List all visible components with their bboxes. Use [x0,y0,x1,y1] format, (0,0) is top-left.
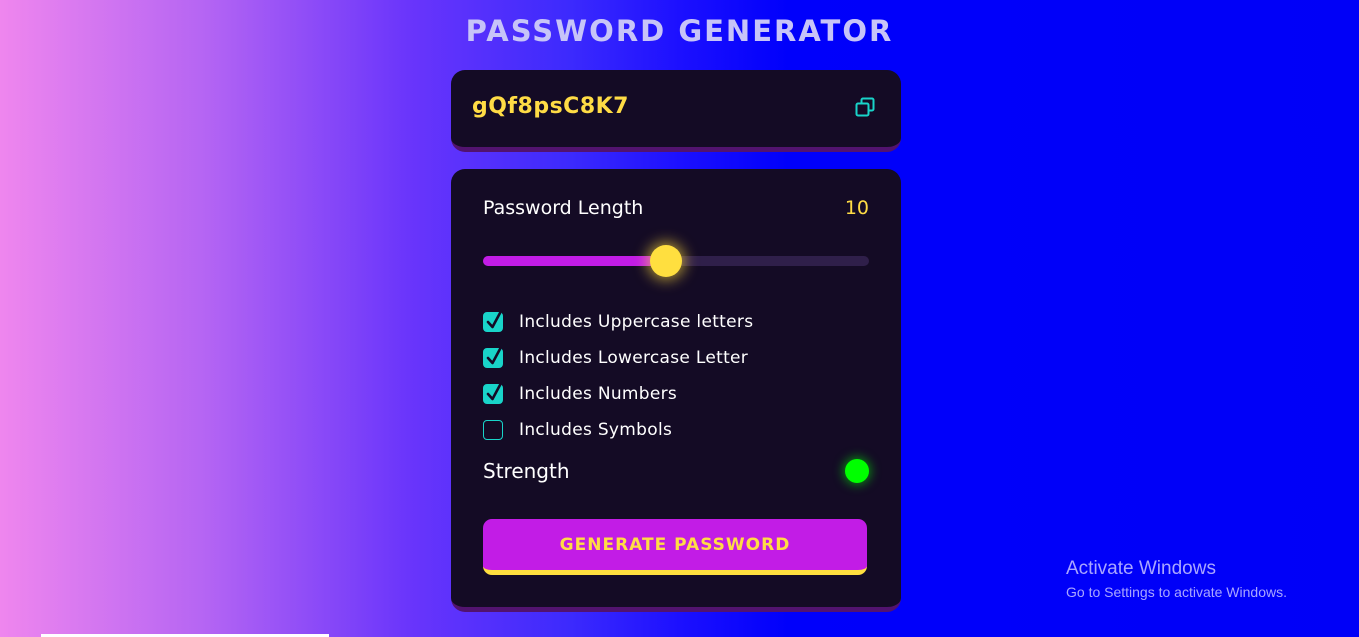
length-label: Password Length [483,197,644,219]
generated-password: gQf8psC8K7 [472,94,629,119]
length-value: 10 [844,197,869,219]
slider-fill [483,256,667,266]
option-label: Includes Symbols [519,420,673,440]
option-label: Includes Numbers [519,384,678,404]
page-title: PASSWORD GENERATOR [465,14,894,48]
length-slider[interactable] [483,245,869,277]
option-numbers[interactable]: Includes Numbers [483,376,753,412]
option-lowercase[interactable]: Includes Lowercase Letter [483,340,753,376]
watermark-subtitle: Go to Settings to activate Windows. [1066,584,1287,600]
generate-password-button[interactable]: GENERATE PASSWORD [483,519,867,575]
slider-thumb[interactable] [650,245,683,277]
settings-panel: Password Length 10 Includes Uppercase le… [451,169,901,612]
option-symbols[interactable]: Includes Symbols [483,412,753,448]
option-label: Includes Lowercase Letter [519,348,749,368]
symbols-checkbox[interactable] [483,420,503,440]
copy-icon[interactable] [855,97,875,117]
strength-label: Strength [483,459,570,483]
options-list: Includes Uppercase letters Includes Lowe… [483,304,753,448]
length-row: Password Length 10 [483,197,869,219]
watermark-title: Activate Windows [1066,558,1216,579]
password-display: gQf8psC8K7 [451,70,901,152]
option-label: Includes Uppercase letters [519,312,754,332]
numbers-checkbox[interactable] [483,383,503,404]
option-uppercase[interactable]: Includes Uppercase letters [483,304,753,340]
uppercase-checkbox[interactable] [483,311,503,332]
lowercase-checkbox[interactable] [483,347,503,368]
strength-indicator [845,459,869,483]
strength-row: Strength [483,459,869,483]
windows-activation-watermark: Activate Windows Go to Settings to activ… [1066,558,1287,600]
